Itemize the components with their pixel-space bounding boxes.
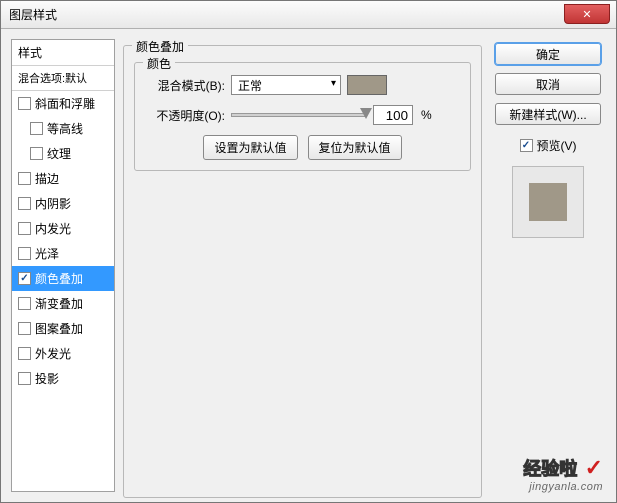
style-item[interactable]: 纹理: [12, 141, 114, 166]
section-title: 颜色叠加: [132, 38, 188, 55]
color-group: 颜色 混合模式(B): 正常 不透明度(O):: [134, 62, 471, 171]
cancel-button[interactable]: 取消: [495, 73, 601, 95]
ok-button[interactable]: 确定: [495, 43, 601, 65]
slider-thumb-icon[interactable]: [360, 108, 372, 119]
make-default-button[interactable]: 设置为默认值: [203, 135, 297, 160]
style-checkbox[interactable]: [30, 147, 43, 160]
style-checkbox[interactable]: [18, 247, 31, 260]
action-panel: 确定 取消 新建样式(W)... 预览(V): [490, 39, 606, 492]
style-checkbox[interactable]: [18, 197, 31, 210]
style-label: 颜色叠加: [35, 270, 83, 287]
style-label: 等高线: [47, 120, 83, 137]
content-area: 样式 混合选项:默认 斜面和浮雕等高线纹理描边内阴影内发光光泽颜色叠加渐变叠加图…: [1, 29, 616, 502]
style-item[interactable]: 描边: [12, 166, 114, 191]
style-checkbox[interactable]: [18, 297, 31, 310]
close-button[interactable]: ✕: [564, 4, 610, 24]
blend-mode-label: 混合模式(B):: [145, 77, 225, 94]
preview-row[interactable]: 预览(V): [520, 137, 577, 154]
close-icon: ✕: [582, 8, 591, 21]
style-checkbox[interactable]: [18, 322, 31, 335]
style-item[interactable]: 图案叠加: [12, 316, 114, 341]
style-item[interactable]: 内发光: [12, 216, 114, 241]
style-item[interactable]: 投影: [12, 366, 114, 391]
style-checkbox[interactable]: [18, 172, 31, 185]
preview-label: 预览(V): [537, 137, 577, 154]
style-list: 斜面和浮雕等高线纹理描边内阴影内发光光泽颜色叠加渐变叠加图案叠加外发光投影: [12, 91, 114, 491]
style-checkbox[interactable]: [18, 272, 31, 285]
style-item[interactable]: 外发光: [12, 341, 114, 366]
style-checkbox[interactable]: [18, 222, 31, 235]
style-label: 内阴影: [35, 195, 71, 212]
style-item[interactable]: 渐变叠加: [12, 291, 114, 316]
blend-mode-dropdown[interactable]: 正常: [231, 75, 341, 95]
layer-style-dialog: 图层样式 ✕ 样式 混合选项:默认 斜面和浮雕等高线纹理描边内阴影内发光光泽颜色…: [0, 0, 617, 503]
preview-checkbox[interactable]: [520, 139, 533, 152]
sidebar-header[interactable]: 样式: [12, 40, 114, 66]
group-title: 颜色: [143, 55, 175, 72]
opacity-row: 不透明度(O): %: [145, 105, 460, 125]
opacity-input[interactable]: [373, 105, 413, 125]
window-title: 图层样式: [9, 6, 57, 23]
style-checkbox[interactable]: [30, 122, 43, 135]
style-item[interactable]: 等高线: [12, 116, 114, 141]
reset-default-button[interactable]: 复位为默认值: [308, 135, 402, 160]
style-item[interactable]: 颜色叠加: [12, 266, 114, 291]
styles-sidebar: 样式 混合选项:默认 斜面和浮雕等高线纹理描边内阴影内发光光泽颜色叠加渐变叠加图…: [11, 39, 115, 492]
style-label: 外发光: [35, 345, 71, 362]
style-checkbox[interactable]: [18, 372, 31, 385]
style-checkbox[interactable]: [18, 347, 31, 360]
default-buttons-row: 设置为默认值 复位为默认值: [145, 135, 460, 160]
style-label: 渐变叠加: [35, 295, 83, 312]
opacity-slider[interactable]: [231, 113, 367, 117]
titlebar: 图层样式 ✕: [1, 1, 616, 29]
preview-swatch: [529, 183, 567, 221]
style-label: 光泽: [35, 245, 59, 262]
sidebar-blending-options[interactable]: 混合选项:默认: [12, 66, 114, 91]
style-checkbox[interactable]: [18, 97, 31, 110]
style-item[interactable]: 内阴影: [12, 191, 114, 216]
new-style-button[interactable]: 新建样式(W)...: [495, 103, 601, 125]
blend-mode-value: 正常: [238, 77, 262, 94]
style-label: 纹理: [47, 145, 71, 162]
opacity-unit: %: [421, 108, 432, 122]
opacity-label: 不透明度(O):: [145, 107, 225, 124]
style-item[interactable]: 斜面和浮雕: [12, 91, 114, 116]
style-label: 描边: [35, 170, 59, 187]
style-label: 图案叠加: [35, 320, 83, 337]
section-fieldset: 颜色叠加 颜色 混合模式(B): 正常 不透明度(O):: [123, 45, 482, 498]
blend-mode-row: 混合模式(B): 正常: [145, 75, 460, 95]
color-swatch[interactable]: [347, 75, 387, 95]
style-item[interactable]: 光泽: [12, 241, 114, 266]
options-panel: 颜色叠加 颜色 混合模式(B): 正常 不透明度(O):: [123, 39, 482, 492]
preview-box: [512, 166, 584, 238]
style-label: 斜面和浮雕: [35, 95, 95, 112]
style-label: 投影: [35, 370, 59, 387]
style-label: 内发光: [35, 220, 71, 237]
